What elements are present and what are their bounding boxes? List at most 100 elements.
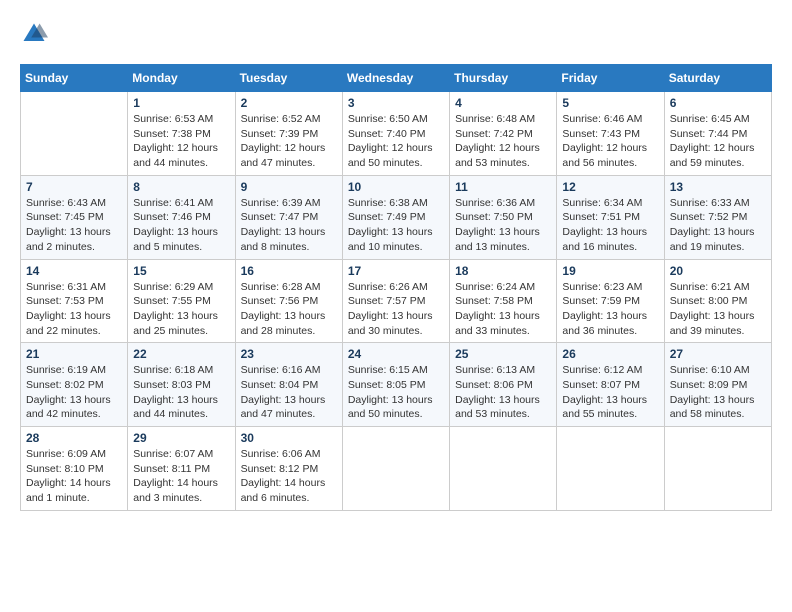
- day-number: 2: [241, 96, 337, 110]
- day-info: Sunrise: 6:39 AMSunset: 7:47 PMDaylight:…: [241, 196, 337, 255]
- day-info: Sunrise: 6:28 AMSunset: 7:56 PMDaylight:…: [241, 280, 337, 339]
- day-info: Sunrise: 6:15 AMSunset: 8:05 PMDaylight:…: [348, 363, 444, 422]
- day-number: 19: [562, 264, 658, 278]
- day-number: 3: [348, 96, 444, 110]
- calendar-cell: [342, 427, 449, 511]
- calendar-cell: [450, 427, 557, 511]
- day-info: Sunrise: 6:07 AMSunset: 8:11 PMDaylight:…: [133, 447, 229, 506]
- logo: [20, 20, 52, 48]
- calendar-week-row: 28 Sunrise: 6:09 AMSunset: 8:10 PMDayligh…: [21, 427, 772, 511]
- day-number: 20: [670, 264, 766, 278]
- calendar-cell: 8 Sunrise: 6:41 AMSunset: 7:46 PMDaylight…: [128, 175, 235, 259]
- calendar-cell: 24 Sunrise: 6:15 AMSunset: 8:05 PMDayligh…: [342, 343, 449, 427]
- day-info: Sunrise: 6:33 AMSunset: 7:52 PMDaylight:…: [670, 196, 766, 255]
- day-info: Sunrise: 6:13 AMSunset: 8:06 PMDaylight:…: [455, 363, 551, 422]
- calendar-cell: 12Sunrise: 6:34 AMSunset: 7:51 PMDayligh…: [557, 175, 664, 259]
- day-info: Sunrise: 6:34 AMSunset: 7:51 PMDaylight:…: [562, 196, 658, 255]
- day-number: 29: [133, 431, 229, 445]
- weekday-header-row: SundayMondayTuesdayWednesdayThursdayFrid…: [21, 65, 772, 92]
- day-info: Sunrise: 6:24 AMSunset: 7:58 PMDaylight:…: [455, 280, 551, 339]
- day-number: 27: [670, 347, 766, 361]
- calendar-cell: 27 Sunrise: 6:10 AMSunset: 8:09 PMDayligh…: [664, 343, 771, 427]
- calendar-week-row: 1 Sunrise: 6:53 AMSunset: 7:38 PMDaylight…: [21, 92, 772, 176]
- day-info: Sunrise: 6:52 AMSunset: 7:39 PMDaylight:…: [241, 112, 337, 171]
- calendar-cell: 9 Sunrise: 6:39 AMSunset: 7:47 PMDaylight…: [235, 175, 342, 259]
- calendar-cell: 1 Sunrise: 6:53 AMSunset: 7:38 PMDaylight…: [128, 92, 235, 176]
- day-number: 1: [133, 96, 229, 110]
- calendar-cell: 29 Sunrise: 6:07 AMSunset: 8:11 PMDayligh…: [128, 427, 235, 511]
- day-number: 28: [26, 431, 122, 445]
- weekday-header-tuesday: Tuesday: [235, 65, 342, 92]
- calendar-week-row: 21 Sunrise: 6:19 AMSunset: 8:02 PMDayligh…: [21, 343, 772, 427]
- calendar-cell: 28 Sunrise: 6:09 AMSunset: 8:10 PMDayligh…: [21, 427, 128, 511]
- calendar-cell: 4Sunrise: 6:48 AMSunset: 7:42 PMDaylight…: [450, 92, 557, 176]
- calendar-cell: 5Sunrise: 6:46 AMSunset: 7:43 PMDaylight…: [557, 92, 664, 176]
- calendar-cell: 16 Sunrise: 6:28 AMSunset: 7:56 PMDayligh…: [235, 259, 342, 343]
- day-number: 22: [133, 347, 229, 361]
- calendar-cell: 6 Sunrise: 6:45 AMSunset: 7:44 PMDaylight…: [664, 92, 771, 176]
- day-info: Sunrise: 6:06 AMSunset: 8:12 PMDaylight:…: [241, 447, 337, 506]
- weekday-header-sunday: Sunday: [21, 65, 128, 92]
- day-info: Sunrise: 6:29 AMSunset: 7:55 PMDaylight:…: [133, 280, 229, 339]
- day-number: 15: [133, 264, 229, 278]
- day-info: Sunrise: 6:43 AMSunset: 7:45 PMDaylight:…: [26, 196, 122, 255]
- day-number: 6: [670, 96, 766, 110]
- weekday-header-monday: Monday: [128, 65, 235, 92]
- calendar-cell: 2 Sunrise: 6:52 AMSunset: 7:39 PMDaylight…: [235, 92, 342, 176]
- calendar-cell: 26 Sunrise: 6:12 AMSunset: 8:07 PMDayligh…: [557, 343, 664, 427]
- calendar-cell: 21 Sunrise: 6:19 AMSunset: 8:02 PMDayligh…: [21, 343, 128, 427]
- day-info: Sunrise: 6:41 AMSunset: 7:46 PMDaylight:…: [133, 196, 229, 255]
- day-number: 13: [670, 180, 766, 194]
- calendar-cell: [664, 427, 771, 511]
- weekday-header-saturday: Saturday: [664, 65, 771, 92]
- day-info: Sunrise: 6:31 AMSunset: 7:53 PMDaylight:…: [26, 280, 122, 339]
- day-info: Sunrise: 6:10 AMSunset: 8:09 PMDaylight:…: [670, 363, 766, 422]
- day-number: 8: [133, 180, 229, 194]
- day-info: Sunrise: 6:53 AMSunset: 7:38 PMDaylight:…: [133, 112, 229, 171]
- calendar-cell: 17 Sunrise: 6:26 AMSunset: 7:57 PMDayligh…: [342, 259, 449, 343]
- calendar-cell: 10 Sunrise: 6:38 AMSunset: 7:49 PMDayligh…: [342, 175, 449, 259]
- calendar-week-row: 14 Sunrise: 6:31 AMSunset: 7:53 PMDayligh…: [21, 259, 772, 343]
- day-info: Sunrise: 6:16 AMSunset: 8:04 PMDaylight:…: [241, 363, 337, 422]
- day-number: 18: [455, 264, 551, 278]
- day-number: 30: [241, 431, 337, 445]
- day-info: Sunrise: 6:23 AMSunset: 7:59 PMDaylight:…: [562, 280, 658, 339]
- day-info: Sunrise: 6:50 AMSunset: 7:40 PMDaylight:…: [348, 112, 444, 171]
- day-info: Sunrise: 6:12 AMSunset: 8:07 PMDaylight:…: [562, 363, 658, 422]
- calendar-week-row: 7 Sunrise: 6:43 AMSunset: 7:45 PMDaylight…: [21, 175, 772, 259]
- day-number: 16: [241, 264, 337, 278]
- calendar-cell: 18 Sunrise: 6:24 AMSunset: 7:58 PMDayligh…: [450, 259, 557, 343]
- day-number: 11: [455, 180, 551, 194]
- weekday-header-friday: Friday: [557, 65, 664, 92]
- day-number: 26: [562, 347, 658, 361]
- day-number: 10: [348, 180, 444, 194]
- day-info: Sunrise: 6:18 AMSunset: 8:03 PMDaylight:…: [133, 363, 229, 422]
- calendar-cell: 3 Sunrise: 6:50 AMSunset: 7:40 PMDaylight…: [342, 92, 449, 176]
- day-number: 5: [562, 96, 658, 110]
- calendar-cell: 20 Sunrise: 6:21 AMSunset: 8:00 PMDayligh…: [664, 259, 771, 343]
- calendar-cell: 13 Sunrise: 6:33 AMSunset: 7:52 PMDayligh…: [664, 175, 771, 259]
- day-number: 24: [348, 347, 444, 361]
- day-info: Sunrise: 6:21 AMSunset: 8:00 PMDaylight:…: [670, 280, 766, 339]
- weekday-header-wednesday: Wednesday: [342, 65, 449, 92]
- calendar-cell: 19 Sunrise: 6:23 AMSunset: 7:59 PMDayligh…: [557, 259, 664, 343]
- calendar-cell: 7 Sunrise: 6:43 AMSunset: 7:45 PMDaylight…: [21, 175, 128, 259]
- day-info: Sunrise: 6:26 AMSunset: 7:57 PMDaylight:…: [348, 280, 444, 339]
- calendar-cell: 15 Sunrise: 6:29 AMSunset: 7:55 PMDayligh…: [128, 259, 235, 343]
- day-number: 7: [26, 180, 122, 194]
- day-number: 9: [241, 180, 337, 194]
- day-info: Sunrise: 6:09 AMSunset: 8:10 PMDaylight:…: [26, 447, 122, 506]
- day-info: Sunrise: 6:36 AMSunset: 7:50 PMDaylight:…: [455, 196, 551, 255]
- day-number: 21: [26, 347, 122, 361]
- day-number: 14: [26, 264, 122, 278]
- day-info: Sunrise: 6:45 AMSunset: 7:44 PMDaylight:…: [670, 112, 766, 171]
- calendar-cell: [21, 92, 128, 176]
- day-number: 17: [348, 264, 444, 278]
- calendar-cell: 23Sunrise: 6:16 AMSunset: 8:04 PMDayligh…: [235, 343, 342, 427]
- day-info: Sunrise: 6:48 AMSunset: 7:42 PMDaylight:…: [455, 112, 551, 171]
- calendar-cell: [557, 427, 664, 511]
- calendar-cell: 25Sunrise: 6:13 AMSunset: 8:06 PMDayligh…: [450, 343, 557, 427]
- day-info: Sunrise: 6:38 AMSunset: 7:49 PMDaylight:…: [348, 196, 444, 255]
- calendar-cell: 11 Sunrise: 6:36 AMSunset: 7:50 PMDayligh…: [450, 175, 557, 259]
- day-info: Sunrise: 6:19 AMSunset: 8:02 PMDaylight:…: [26, 363, 122, 422]
